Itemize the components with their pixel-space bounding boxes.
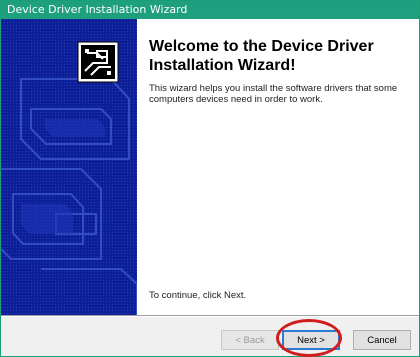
wizard-footer: < Back Next > Cancel bbox=[1, 317, 419, 356]
title-bar[interactable]: Device Driver Installation Wizard bbox=[1, 1, 419, 19]
wizard-content: Welcome to the Device Driver Installatio… bbox=[137, 19, 419, 315]
welcome-heading: Welcome to the Device Driver Installatio… bbox=[149, 38, 374, 74]
continue-instruction: To continue, click Next. bbox=[149, 290, 247, 301]
wizard-side-panel bbox=[1, 19, 137, 315]
cancel-button[interactable]: Cancel bbox=[353, 330, 411, 350]
wizard-window: Device Driver Installation Wizard Welcom… bbox=[0, 0, 420, 357]
wizard-description: This wizard helps you install the softwa… bbox=[149, 83, 398, 105]
back-button[interactable]: < Back bbox=[221, 330, 279, 350]
device-driver-logo bbox=[77, 41, 119, 83]
next-button-highlight-circle bbox=[276, 319, 342, 357]
window-title: Device Driver Installation Wizard bbox=[7, 3, 188, 16]
